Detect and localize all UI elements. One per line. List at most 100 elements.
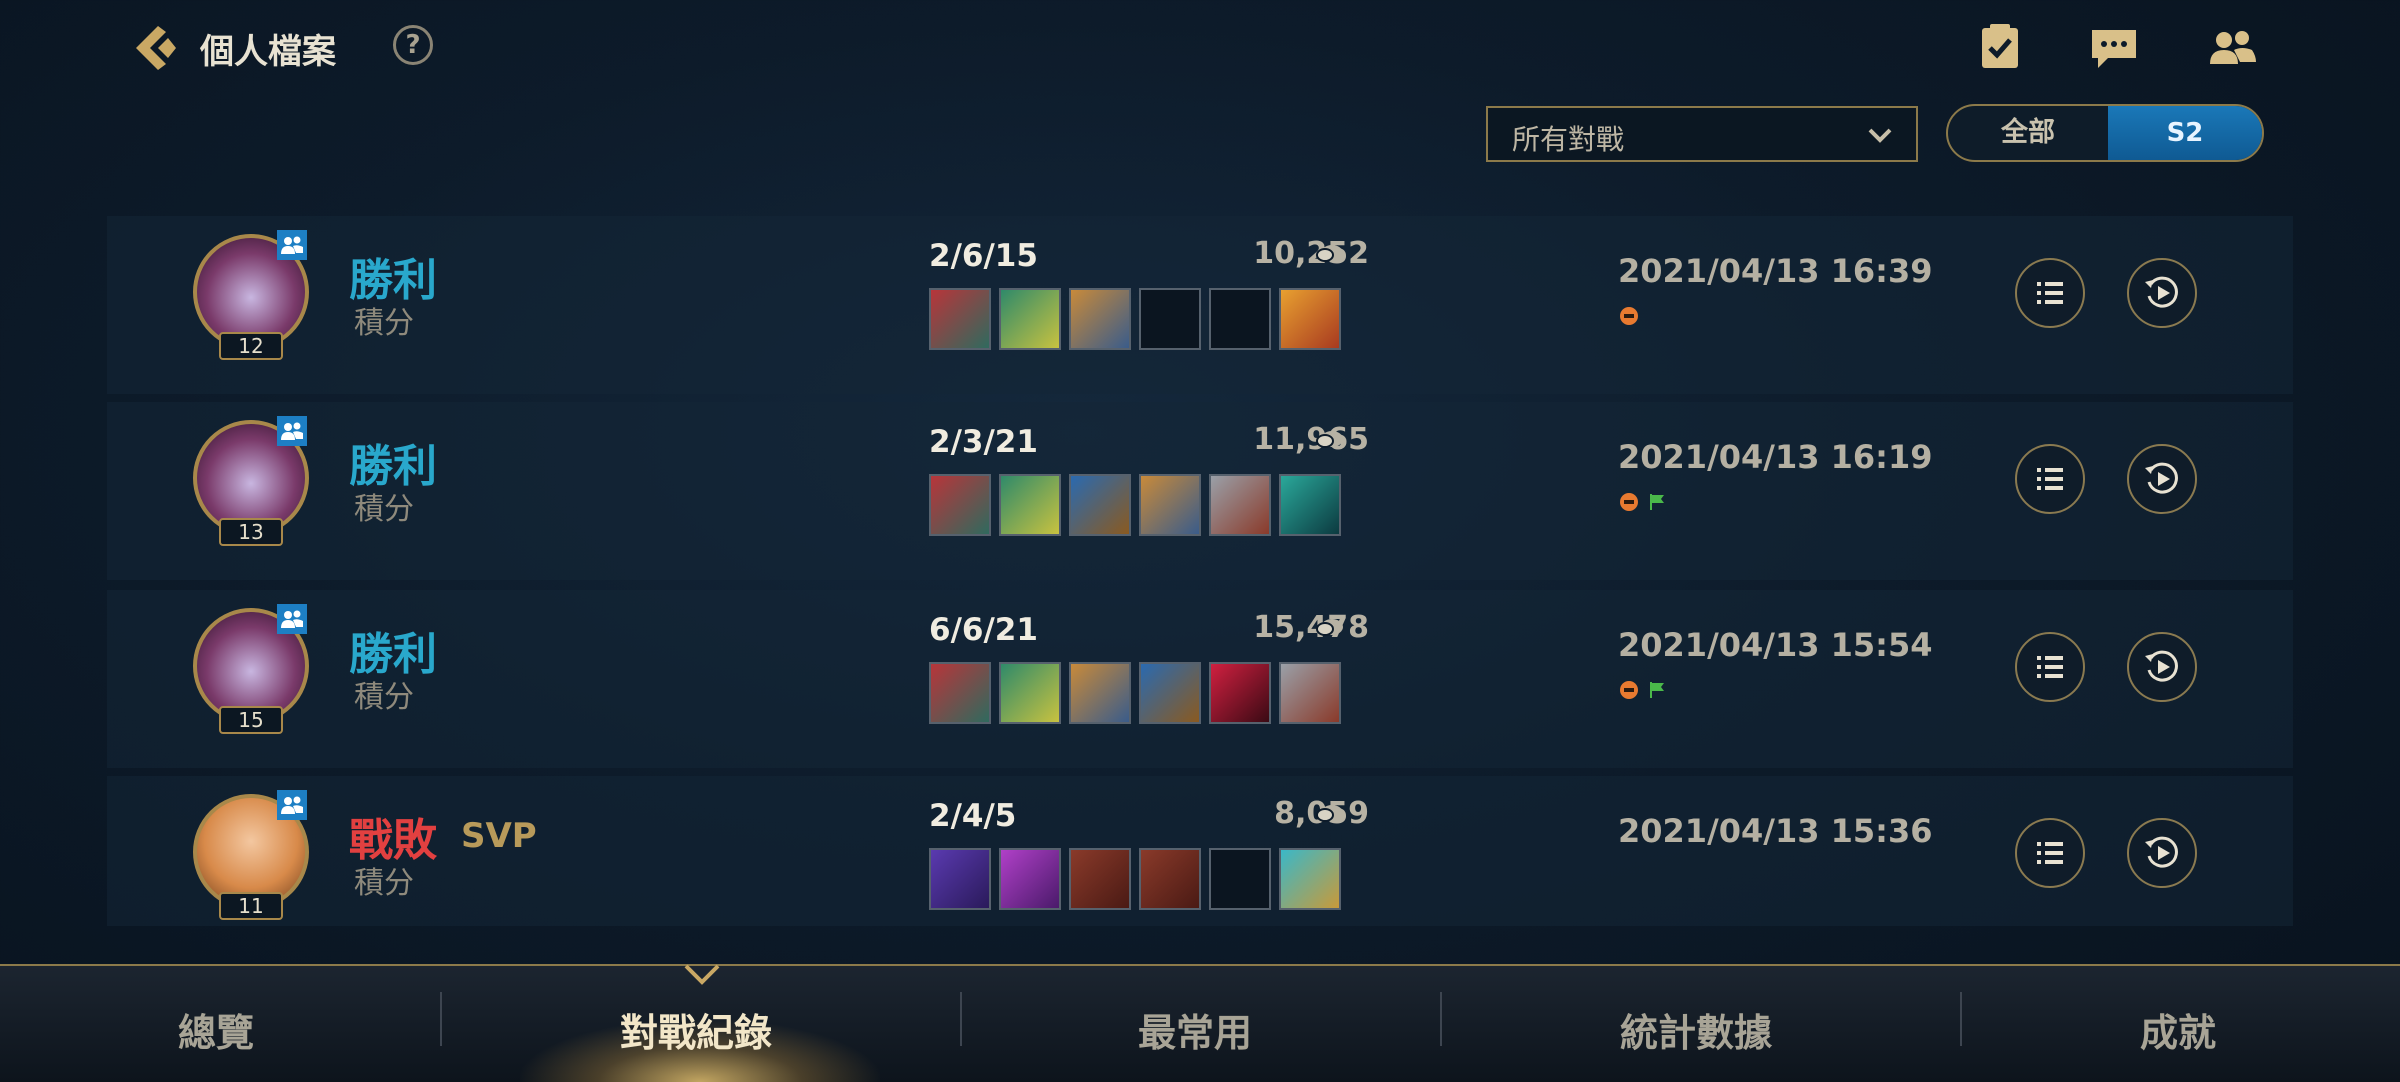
green-item-icon — [999, 662, 1061, 724]
tab-match-history[interactable]: 對戰紀錄 — [620, 1002, 772, 1057]
active-tab-caret-icon — [684, 964, 720, 985]
match-replay-button[interactable] — [2127, 818, 2197, 888]
party-icon — [277, 604, 307, 634]
champion-level: 13 — [219, 518, 283, 546]
match-detail-button[interactable] — [2015, 818, 2085, 888]
tab-most-used[interactable]: 最常用 — [1138, 1002, 1252, 1057]
back-arrow-icon — [136, 26, 176, 70]
tab-statistics[interactable]: 統計數據 — [1620, 1002, 1772, 1057]
season-all-tab[interactable]: 全部 — [1948, 106, 2108, 160]
violet-item-icon — [999, 848, 1061, 910]
item-build — [929, 288, 1341, 352]
match-mode: 積分 — [354, 492, 414, 527]
chevron-down-icon — [1868, 128, 1892, 143]
help-icon[interactable]: ? — [393, 25, 433, 65]
teal-item-icon — [1279, 474, 1341, 536]
silver-item-icon — [1209, 474, 1271, 536]
tab-achievements[interactable]: 成就 — [2140, 1002, 2216, 1057]
kda-score: 2/6/15 — [929, 238, 1038, 274]
green-item-icon — [999, 474, 1061, 536]
gold-coin-icon — [1315, 616, 1345, 638]
purple-item-icon — [929, 848, 991, 910]
tab-divider — [960, 992, 962, 1046]
match-badges — [1619, 680, 1667, 702]
list-icon — [2037, 282, 2063, 304]
champion-level: 12 — [219, 332, 283, 360]
match-badges — [1619, 306, 1639, 328]
gold-item-icon — [1069, 662, 1131, 724]
replay-icon — [2145, 462, 2178, 494]
match-date: 2021/04/13 15:54 — [1618, 626, 1933, 664]
flag-icon — [1647, 492, 1667, 512]
flag-icon — [1647, 680, 1667, 700]
page-title: 個人檔案 — [200, 32, 336, 72]
gold-amount: 11,965 — [1253, 422, 1369, 457]
match-replay-button[interactable] — [2127, 632, 2197, 702]
match-date: 2021/04/13 16:39 — [1618, 252, 1933, 290]
match-detail-button[interactable] — [2015, 444, 2085, 514]
item-build — [929, 474, 1341, 538]
blue-item-icon — [1069, 474, 1131, 536]
party-icon — [277, 416, 307, 446]
empty-item-slot — [1209, 288, 1271, 350]
replay-icon — [2145, 276, 2178, 308]
list-icon — [2037, 842, 2063, 864]
green-item-icon — [999, 288, 1061, 350]
item-build — [929, 848, 1341, 912]
cyan-item-icon — [1279, 848, 1341, 910]
match-detail-button[interactable] — [2015, 258, 2085, 328]
match-mode: 積分 — [354, 866, 414, 901]
gold-coin-icon — [1315, 802, 1345, 824]
empty-item-slot — [1209, 848, 1271, 910]
tasks-button[interactable] — [1972, 20, 2028, 76]
blue-item-icon — [1139, 662, 1201, 724]
match-mode: 積分 — [354, 306, 414, 341]
tab-divider — [440, 992, 442, 1046]
first-blood-icon — [1619, 306, 1639, 326]
silver-item-icon — [1279, 662, 1341, 724]
list-icon — [2037, 656, 2063, 678]
svp-badge: SVP — [461, 816, 537, 856]
chat-icon — [2092, 30, 2136, 68]
season-toggle: 全部 S2 — [1946, 104, 2264, 162]
empty-item-slot — [1139, 288, 1201, 350]
item-build — [929, 662, 1341, 726]
replay-icon — [2145, 650, 2178, 682]
first-blood-icon — [1619, 492, 1639, 512]
kda-score: 2/3/21 — [929, 424, 1038, 460]
friends-button[interactable] — [2204, 20, 2260, 76]
match-replay-button[interactable] — [2127, 444, 2197, 514]
gold-coin-icon — [1315, 428, 1345, 450]
crimson-item-icon — [1209, 662, 1271, 724]
party-icon — [277, 230, 307, 260]
kda-score: 6/6/21 — [929, 612, 1038, 648]
match-row[interactable]: 11戰敗SVP積分2/4/58,0592021/04/13 15:36 — [107, 776, 2293, 926]
match-mode: 積分 — [354, 680, 414, 715]
back-button[interactable] — [128, 18, 188, 78]
bottom-nav: 總覽 對戰紀錄 最常用 統計數據 成就 — [0, 964, 2400, 1082]
match-badges — [1619, 492, 1667, 514]
tab-divider — [1960, 992, 1962, 1046]
match-detail-button[interactable] — [2015, 632, 2085, 702]
red-item-icon — [929, 288, 991, 350]
kda-score: 2/4/5 — [929, 798, 1017, 834]
red-item-icon — [929, 662, 991, 724]
friends-icon — [2210, 31, 2256, 64]
chat-button[interactable] — [2086, 20, 2142, 76]
orange-item-icon — [1279, 288, 1341, 350]
gold-coin-icon — [1315, 242, 1345, 264]
match-filter-dropdown[interactable]: 所有對戰 — [1486, 106, 1918, 162]
tome-item-icon — [1069, 848, 1131, 910]
match-replay-button[interactable] — [2127, 258, 2197, 328]
match-row[interactable]: 13 勝利 積分 2/3/21 11,965 2021/04/13 16:19 — [107, 402, 2293, 580]
replay-icon — [2145, 836, 2178, 868]
season-s2-tab[interactable]: S2 — [2108, 106, 2262, 160]
tab-divider — [1440, 992, 1442, 1046]
gold-item-icon — [1139, 474, 1201, 536]
match-row[interactable]: 15 勝利 積分 6/6/21 15,478 2021/04/13 15:54 — [107, 590, 2293, 768]
red-item-icon — [929, 474, 991, 536]
list-icon — [2037, 468, 2063, 490]
match-row[interactable]: 12 勝利 積分 2/6/15 10,252 2021/04/13 16:39 — [107, 216, 2293, 394]
party-icon — [277, 790, 307, 820]
tab-overview[interactable]: 總覽 — [178, 1002, 254, 1057]
